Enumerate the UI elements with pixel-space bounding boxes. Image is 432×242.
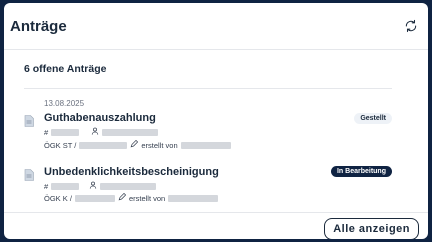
document-icon bbox=[24, 168, 34, 181]
list-item[interactable]: 13.08.2025 Guthabenauszahlung Gestellt # bbox=[24, 99, 392, 155]
status-badge: Gestellt bbox=[354, 113, 392, 124]
status-badge: In Bearbeitung bbox=[330, 166, 392, 177]
org-prefix: ÖGK ST / bbox=[44, 140, 77, 150]
show-all-button[interactable]: Alle anzeigen bbox=[324, 218, 419, 239]
item-id-row: # bbox=[44, 181, 157, 191]
redacted-id bbox=[51, 128, 80, 136]
item-title: Unbedenklichkeitsbescheinigung bbox=[44, 166, 219, 178]
redacted-org bbox=[74, 194, 115, 202]
edit-icon bbox=[118, 192, 127, 203]
id-prefix: # bbox=[44, 181, 49, 191]
antraege-card: Anträge 6 offene Anträge 13.08.2025 Guth… bbox=[4, 3, 428, 239]
redacted-creator bbox=[168, 194, 219, 202]
redacted-id bbox=[51, 182, 80, 190]
created-by-label: erstellt von bbox=[128, 193, 166, 203]
redacted-creator bbox=[180, 141, 231, 149]
card-title: Anträge bbox=[10, 17, 67, 35]
list-item[interactable]: Unbedenklichkeitsbescheinigung In Bearbe… bbox=[24, 165, 392, 211]
item-id-row: # bbox=[44, 127, 159, 137]
document-icon bbox=[24, 114, 34, 127]
item-org-row: ÖGK K / erstellt von bbox=[44, 192, 219, 203]
card-header: Anträge bbox=[4, 3, 428, 50]
org-prefix: ÖGK K / bbox=[44, 193, 72, 203]
item-date: 13.08.2025 bbox=[44, 99, 85, 108]
item-title: Guthabenauszahlung bbox=[44, 112, 156, 124]
refresh-icon[interactable] bbox=[402, 17, 420, 35]
edit-icon bbox=[130, 139, 139, 150]
person-icon bbox=[91, 127, 99, 137]
footer-divider bbox=[4, 212, 428, 213]
item-org-row: ÖGK ST / erstellt von bbox=[44, 139, 231, 150]
person-icon bbox=[89, 181, 97, 191]
redacted-org bbox=[79, 141, 128, 149]
id-prefix: # bbox=[44, 127, 49, 137]
redacted-name bbox=[100, 182, 157, 190]
redacted-name bbox=[102, 128, 159, 136]
created-by-label: erstellt von bbox=[141, 140, 178, 150]
open-count-label: 6 offene Anträge bbox=[24, 50, 392, 89]
